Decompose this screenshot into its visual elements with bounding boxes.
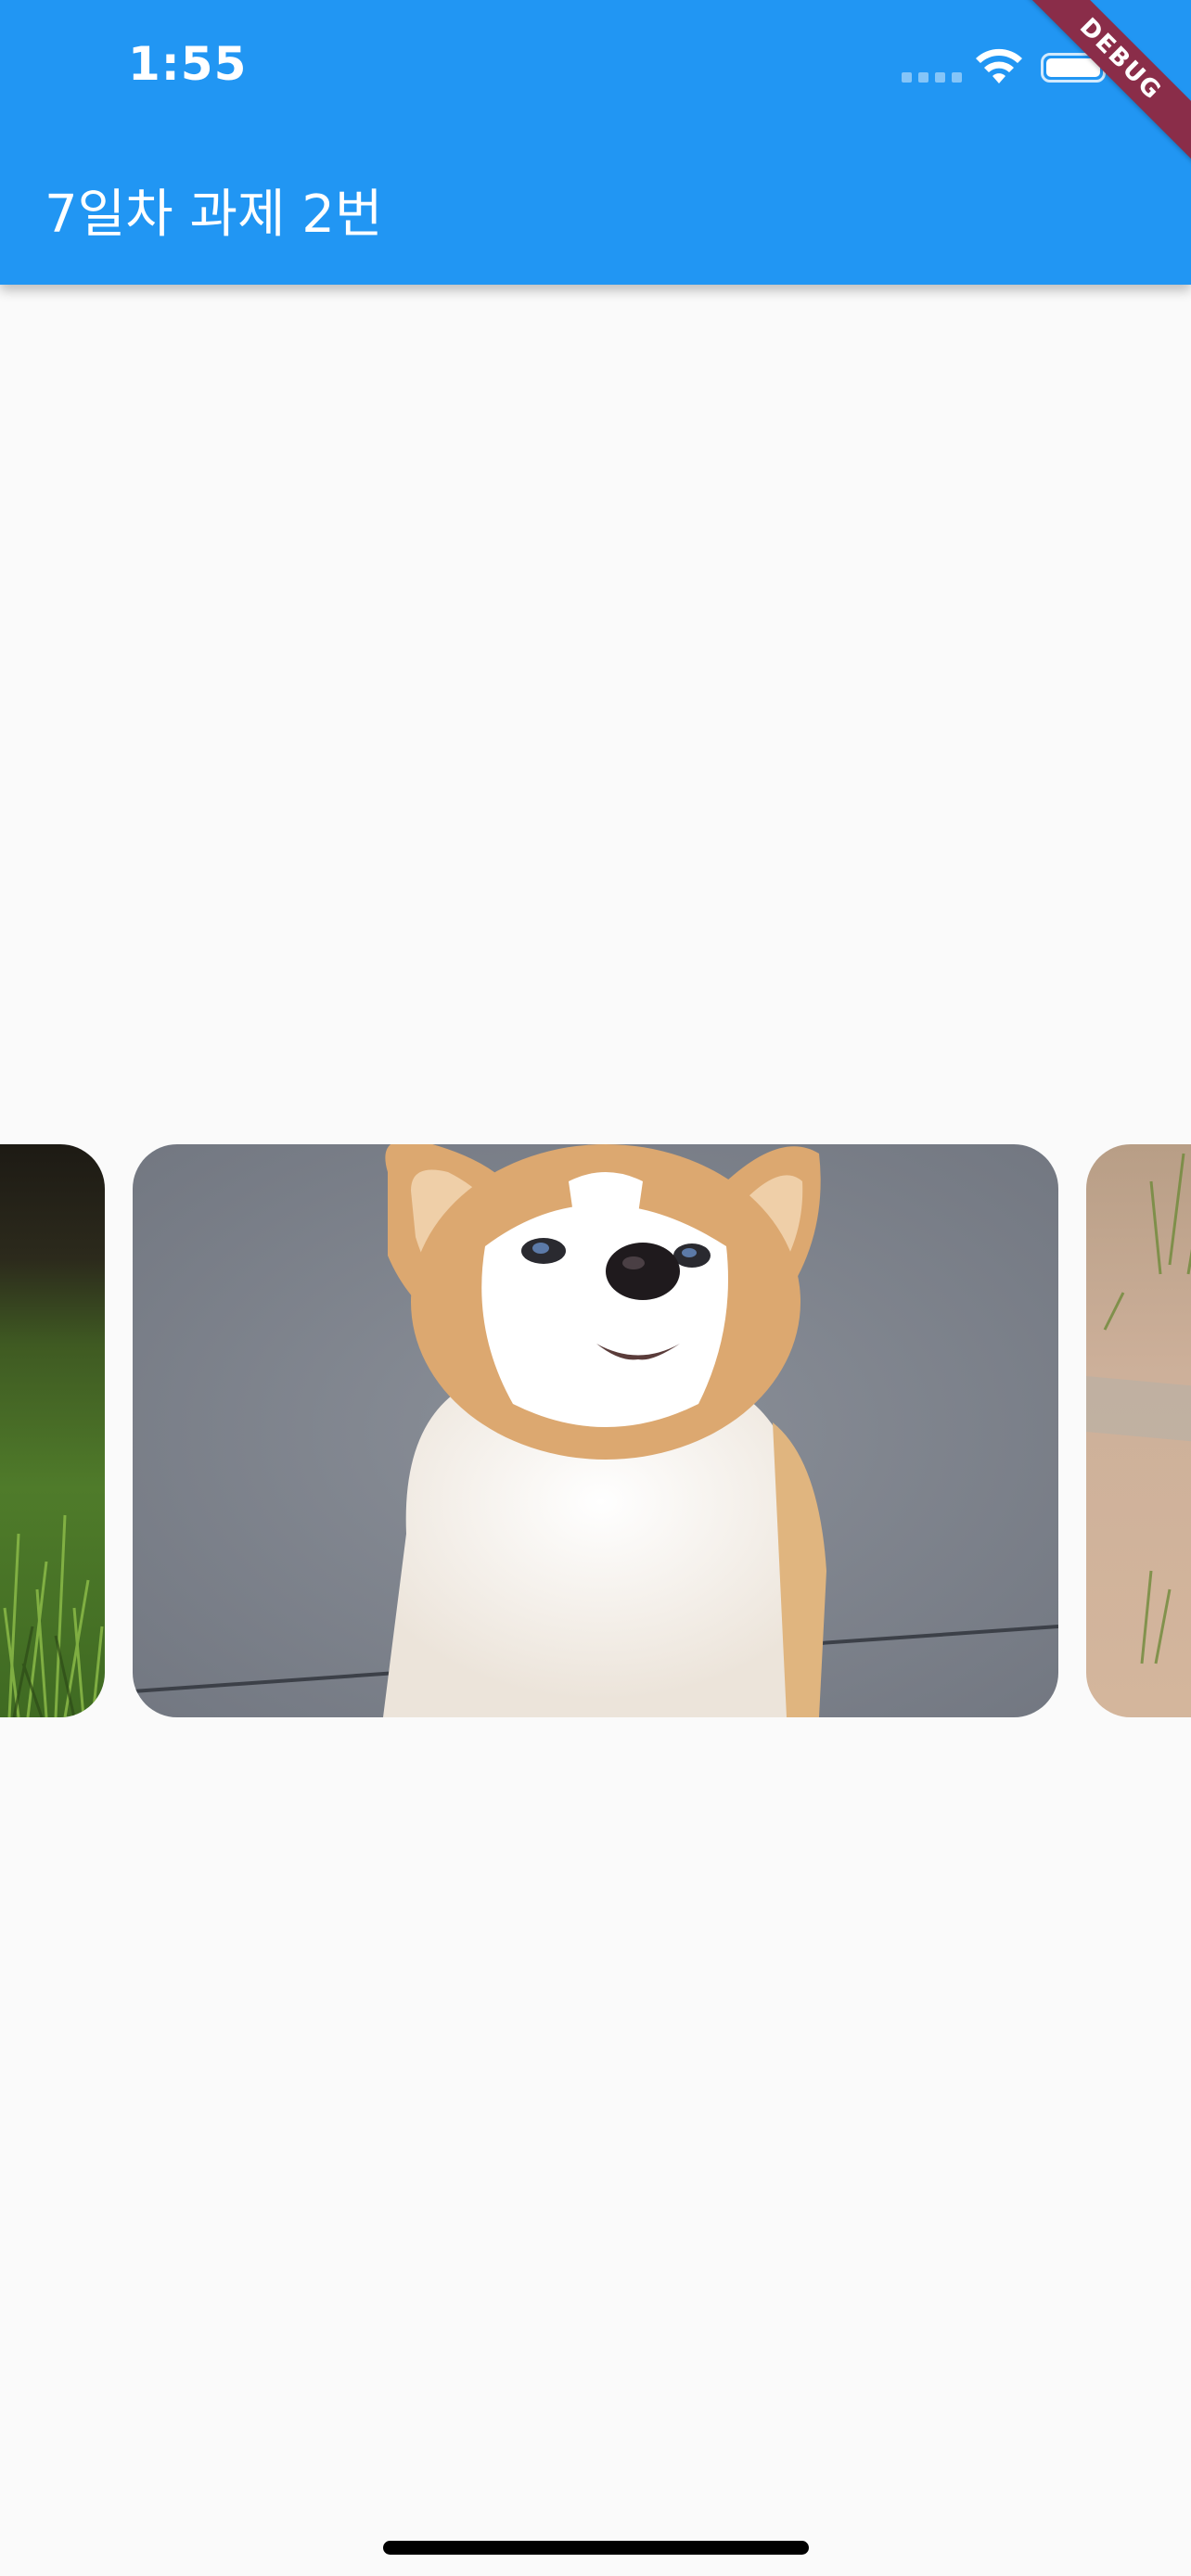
home-indicator[interactable]	[383, 2541, 809, 2555]
image-carousel[interactable]	[0, 1144, 1191, 1717]
wifi-icon	[976, 48, 1022, 83]
app-screen: 1:55 7일차 과제 2번 DEBUG	[0, 0, 1191, 2576]
carousel-item-next[interactable]	[1086, 1144, 1191, 1717]
app-bar: 1:55 7일차 과제 2번	[0, 0, 1191, 285]
page-title: 7일차 과제 2번	[45, 185, 383, 245]
corgi-puppy-image	[133, 1144, 1058, 1717]
grass-image	[0, 1144, 105, 1717]
sand-path-image	[1086, 1144, 1191, 1717]
carousel-item-current[interactable]	[133, 1144, 1058, 1717]
carousel-item-previous[interactable]	[0, 1144, 105, 1717]
cellular-signal-icon	[902, 72, 962, 83]
status-time: 1:55	[128, 37, 248, 91]
